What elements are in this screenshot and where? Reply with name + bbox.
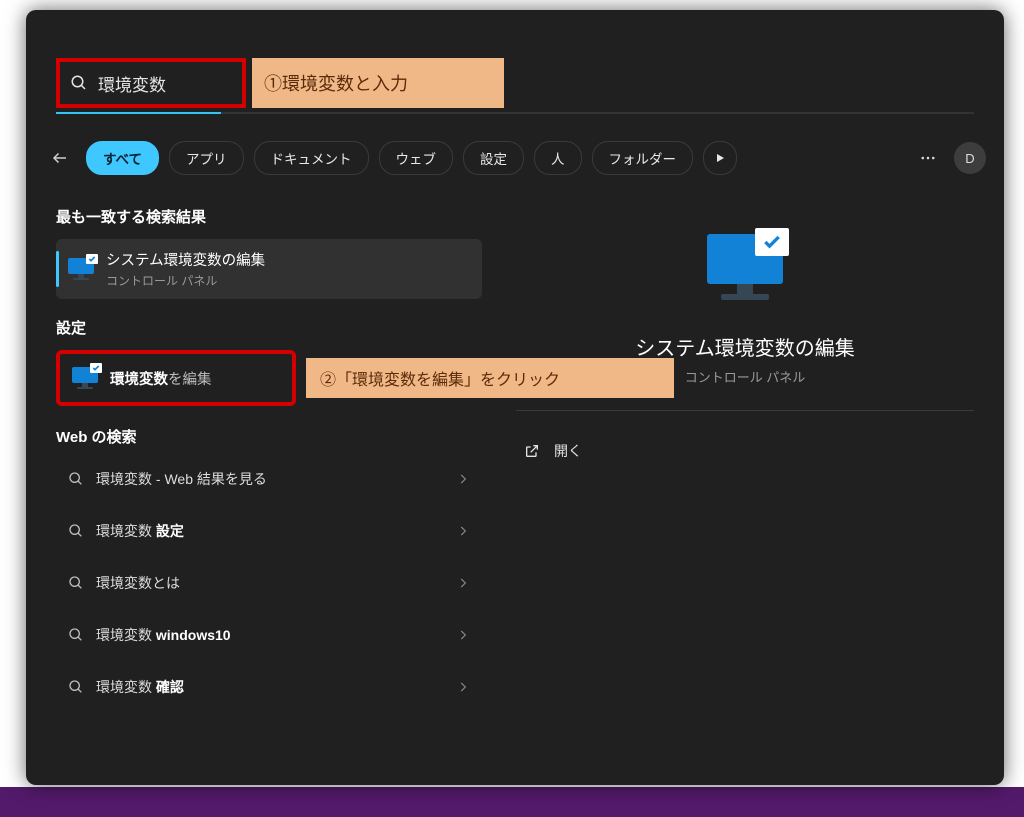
web-search-header: Web の検索 <box>56 426 482 447</box>
tab-settings[interactable]: 設定 <box>463 141 524 175</box>
web-search-item[interactable]: 環境変数 windows10 <box>56 609 482 661</box>
tab-all[interactable]: すべて <box>86 141 159 175</box>
tab-more-play[interactable] <box>703 141 737 175</box>
chevron-right-icon <box>456 524 470 538</box>
search-input[interactable]: 環境変数 <box>98 71 166 96</box>
chevron-right-icon <box>456 628 470 642</box>
tab-folders[interactable]: フォルダー <box>592 141 694 175</box>
chevron-right-icon <box>456 576 470 590</box>
tab-apps[interactable]: アプリ <box>169 141 244 175</box>
chevron-right-icon <box>456 680 470 694</box>
search-icon <box>68 471 84 487</box>
settings-section-header: 設定 <box>56 317 482 338</box>
web-search-item[interactable]: 環境変数 設定 <box>56 505 482 557</box>
preview-subtitle: コントロール パネル <box>685 367 806 386</box>
search-bar: 環境変数 ①環境変数と入力 <box>56 58 974 108</box>
results-left-column: 最も一致する検索結果 システム環境変数の編集 コントロール パネル 設定 <box>56 206 482 713</box>
selection-indicator <box>56 251 59 287</box>
tab-web[interactable]: ウェブ <box>379 141 454 175</box>
settings-item-label: 環境変数を編集 <box>110 368 212 389</box>
best-match-item[interactable]: システム環境変数の編集 コントロール パネル <box>56 239 482 299</box>
best-match-header: 最も一致する検索結果 <box>56 206 482 227</box>
open-external-icon <box>524 443 540 459</box>
tab-people[interactable]: 人 <box>534 141 582 175</box>
search-icon <box>70 74 88 92</box>
annotation-step1: ①環境変数と入力 <box>252 58 504 108</box>
web-search-item[interactable]: 環境変数とは <box>56 557 482 609</box>
web-search-item[interactable]: 環境変数 確認 <box>56 661 482 713</box>
back-button[interactable] <box>44 142 76 174</box>
system-settings-icon <box>72 367 98 389</box>
more-options-button[interactable] <box>912 142 944 174</box>
chevron-right-icon <box>456 472 470 486</box>
search-icon <box>68 523 84 539</box>
best-match-subtitle: コントロール パネル <box>106 272 265 289</box>
search-window: 環境変数 ①環境変数と入力 すべて アプリ ドキュメント ウェブ 設定 人 フォ… <box>26 10 1004 785</box>
tab-documents[interactable]: ドキュメント <box>254 141 369 175</box>
preview-title: システム環境変数の編集 <box>635 332 854 361</box>
desktop-taskbar-bg <box>0 787 1024 817</box>
search-icon <box>68 679 84 695</box>
user-avatar[interactable]: D <box>954 142 986 174</box>
search-underline <box>56 112 974 114</box>
preview-pane: システム環境変数の編集 コントロール パネル 開く <box>516 206 974 467</box>
best-match-title: システム環境変数の編集 <box>106 249 265 270</box>
web-search-item[interactable]: 環境変数 - Web 結果を見る <box>56 453 482 505</box>
search-icon <box>68 575 84 591</box>
settings-item-edit-env[interactable]: 環境変数を編集 <box>56 350 296 406</box>
system-settings-icon-large <box>707 234 783 304</box>
filter-tabs: すべて アプリ ドキュメント ウェブ 設定 人 フォルダー D <box>44 140 986 176</box>
system-settings-icon <box>68 258 94 280</box>
preview-action-open[interactable]: 開く <box>516 435 974 467</box>
preview-header: システム環境変数の編集 コントロール パネル <box>516 206 974 411</box>
preview-action-open-label: 開く <box>554 441 582 461</box>
search-box-annotated[interactable]: 環境変数 <box>56 58 246 108</box>
search-icon <box>68 627 84 643</box>
